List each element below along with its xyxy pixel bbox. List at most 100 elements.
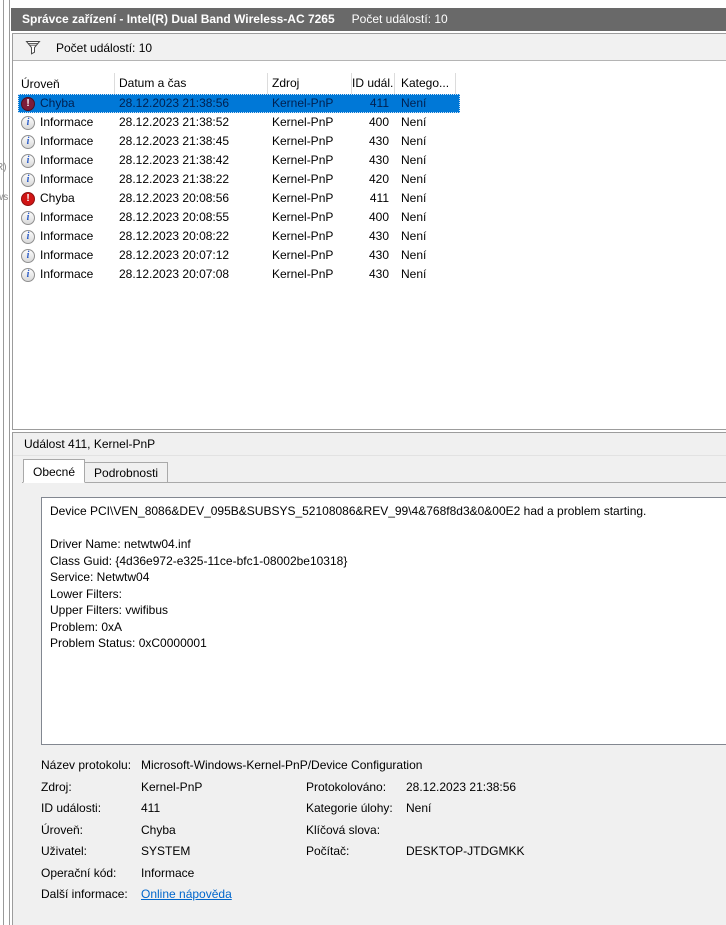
event-fields-grid: Název protokolu: Microsoft-Windows-Kernel… [41,757,724,908]
event-row[interactable]: i Informace 28.12.2023 21:38:22 Kernel-PnP 4… [18,170,460,189]
field-label: Uživatel: [41,844,88,858]
event-id: 420 [368,172,389,186]
field-label: Klíčová slova: [306,822,381,837]
event-description-box[interactable]: Device PCI\VEN_8086&DEV_095B&SUBSYS_5210… [41,497,726,745]
event-category: Není [401,191,427,205]
event-source: Kernel-PnP [272,191,334,205]
event-id: 411 [369,191,389,205]
event-source: Kernel-PnP [272,96,334,110]
filter-toolbar: Počet událostí: 10 [13,34,726,61]
event-id: 430 [368,153,389,167]
event-row-selected[interactable]: ! Chyba 28.12.2023 21:38:56 Kernel-PnP 411 Ne… [18,94,460,113]
field-row: Zdroj: Kernel-PnP Protokolováno: 28.12.2023… [41,779,724,795]
information-icon: i [21,267,35,282]
event-category: Není [401,96,427,110]
information-icon: i [21,153,35,168]
event-row[interactable]: i Informace 28.12.2023 21:38:52 Kernel-PnP 4… [18,113,460,132]
event-detail-panel: Událost 411, Kernel-PnP Obecné Podrobnost… [12,432,726,925]
event-source: Kernel-PnP [272,134,334,148]
general-tab-page: Device PCI\VEN_8086&DEV_095B&SUBSYS_5210… [22,482,726,925]
field-row: Operační kód: Informace [41,865,724,881]
event-category: Není [401,267,427,281]
field-row: Uživatel: SYSTEM Počítač: DESKTOP-JTDGMKK [41,843,724,859]
event-datetime: 28.12.2023 20:07:08 [119,267,230,281]
event-row[interactable]: i Informace 28.12.2023 20:08:22 Kernel-PnP 4… [18,227,460,246]
event-id: 430 [368,229,389,243]
filter-funnel-icon[interactable] [25,40,41,56]
field-row: Úroveň: Chyba Klíčová slova: [41,822,724,838]
event-row[interactable]: i Informace 28.12.2023 20:07:12 Kernel-PnP 4… [18,246,460,265]
event-level: Informace [40,153,94,167]
event-id: 411 [369,96,389,110]
event-id: 400 [368,115,389,129]
event-level: Informace [40,248,94,262]
information-icon: i [21,134,35,149]
field-label: Kategorie úlohy: [306,801,393,815]
event-level: Informace [40,134,94,148]
field-label: Operační kód: [41,865,117,880]
event-category: Není [401,172,427,186]
event-datetime: 28.12.2023 21:38:42 [119,153,230,167]
event-row[interactable]: ! Chyba 28.12.2023 20:08:56 Kernel-PnP 411 Ne… [18,189,460,208]
field-value: Kernel-PnP [141,779,203,794]
event-source: Kernel-PnP [272,248,334,262]
column-header-3[interactable]: ID udál... [352,73,395,94]
event-datetime: 28.12.2023 20:07:12 [119,248,230,262]
field-value: Informace [141,865,195,880]
column-header-0[interactable]: Úroveň [18,73,115,94]
field-label: Úroveň: [41,822,84,837]
listview-body: ! Chyba 28.12.2023 21:38:56 Kernel-PnP 411 Ne… [18,94,460,284]
event-row[interactable]: i Informace 28.12.2023 20:07:08 Kernel-PnP 4… [18,265,460,284]
event-source: Kernel-PnP [272,115,334,129]
information-icon: i [21,115,35,130]
event-level: Informace [40,229,94,243]
events-list-panel: Počet událostí: 10 Úroveň Datum a čas Zdro… [12,33,726,430]
event-id: 430 [368,134,389,148]
column-header-2[interactable]: Zdroj [268,73,352,94]
field-value: 28.12.2023 21:38:56 [406,779,517,794]
event-category: Není [401,153,427,167]
field-row: Další informace: Online nápověda [41,886,724,902]
tab-podrobnosti[interactable]: Podrobnosti [85,462,169,483]
event-properties-window: Správce zařízení - Intel(R) Dual Band Wi… [11,0,726,925]
event-id: 430 [368,267,389,281]
error-icon: ! [21,191,35,206]
window-titlebar[interactable]: Správce zařízení - Intel(R) Dual Band Wi… [11,8,726,31]
detail-tabs: Obecné Podrobnosti [23,459,169,483]
field-label: ID události: [41,801,102,815]
event-row[interactable]: i Informace 28.12.2023 21:38:42 Kernel-PnP 4… [18,151,460,170]
event-level: Chyba [40,191,75,205]
field-value: Není [406,801,432,815]
online-help-link[interactable]: Online nápověda [141,886,232,902]
events-listview: ÚroveňDatum a časZdrojID udál...Katego..… [18,73,460,284]
event-datetime: 28.12.2023 20:08:55 [119,210,230,224]
tab-obecné[interactable]: Obecné [23,459,86,483]
field-label: Zdroj: [41,779,72,794]
background-text-fragment: ws [0,192,9,203]
information-icon: i [21,248,35,263]
event-source: Kernel-PnP [272,267,334,281]
event-row[interactable]: i Informace 28.12.2023 21:38:45 Kernel-PnP 4… [18,132,460,151]
event-category: Není [401,229,427,243]
event-level: Informace [40,172,94,186]
field-label: Počítač: [306,844,350,858]
listview-header: ÚroveňDatum a časZdrojID udál...Katego..… [18,73,460,94]
column-header-4[interactable]: Katego... [395,73,456,94]
event-level: Chyba [40,96,75,110]
event-count-label: Počet událostí: 10 [56,41,153,55]
column-header-1[interactable]: Datum a čas [115,73,268,94]
event-row[interactable]: i Informace 28.12.2023 20:08:55 Kernel-PnP 4… [18,208,460,227]
event-id: 430 [368,248,389,262]
event-source: Kernel-PnP [272,210,334,224]
field-value: Microsoft-Windows-Kernel-PnP/Device Conf… [141,758,423,772]
event-category: Není [401,134,427,148]
screen: R) ws Správce zařízení - Intel(R) Dual B… [0,0,726,925]
field-value: Chyba [141,822,176,837]
field-label: Další informace: [41,887,128,901]
event-datetime: 28.12.2023 20:08:56 [119,191,230,205]
error-icon: ! [21,96,35,111]
information-icon: i [21,172,35,187]
information-icon: i [21,210,35,225]
information-icon: i [21,229,35,244]
event-source: Kernel-PnP [272,172,334,186]
